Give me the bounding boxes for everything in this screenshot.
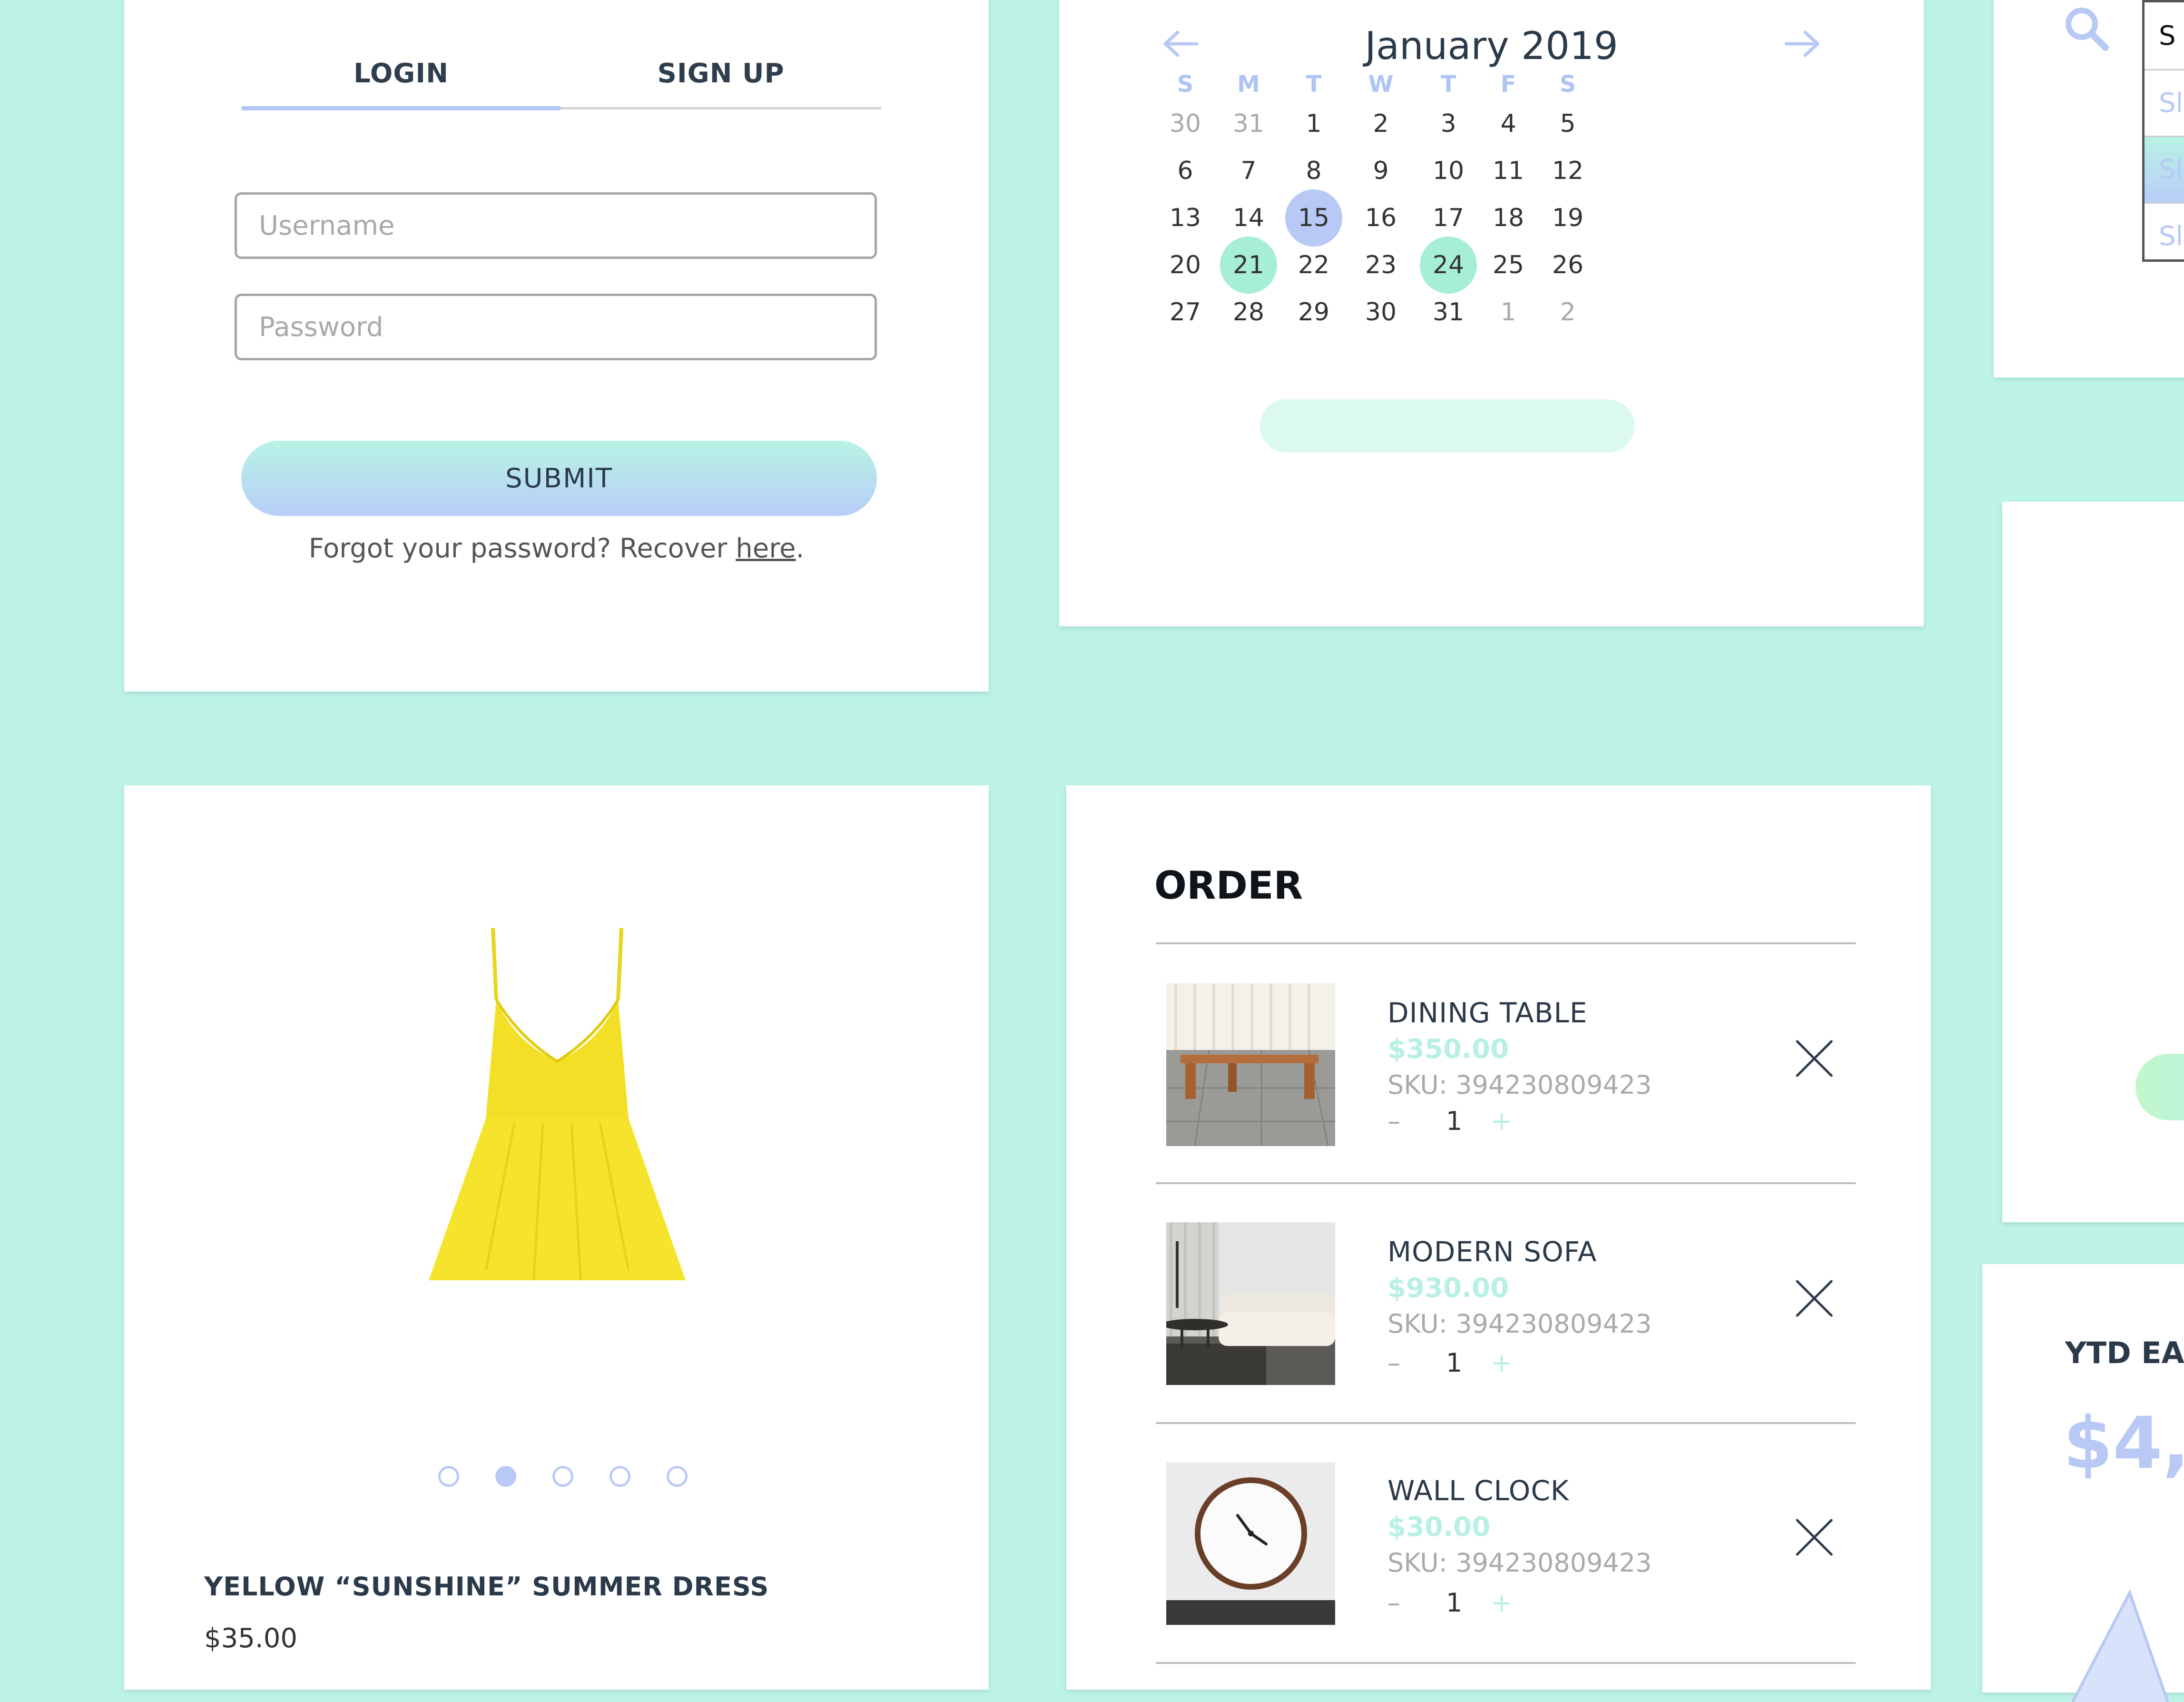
calendar-day[interactable]: 1 xyxy=(1480,284,1537,341)
close-icon[interactable] xyxy=(1793,1516,1835,1558)
item-name: MODERN SOFA xyxy=(1387,1236,1597,1268)
item-name: DINING TABLE xyxy=(1387,997,1588,1029)
carousel-dot[interactable] xyxy=(438,1466,459,1487)
tab-login[interactable]: LOGIN xyxy=(241,43,561,104)
decrease-quantity-button[interactable]: – xyxy=(1387,1588,1426,1618)
increase-quantity-button[interactable]: + xyxy=(1483,1588,1521,1618)
calendar-card: January 2019 S M T W T F S 30 31 1 2 3 4 5 6 7 8 9 10 11 12 1… xyxy=(1059,0,1924,626)
order-card: ORDER DINING TABLE $350.00 SKU: 39423080… xyxy=(1066,785,1931,1690)
modern-sofa-photo xyxy=(1166,1222,1335,1385)
calendar-day[interactable]: 30 xyxy=(1352,284,1409,341)
forgot-password-period: . xyxy=(796,533,805,564)
product-image-yellow-dress xyxy=(429,928,686,1280)
quantity-value[interactable]: 1 xyxy=(1426,1106,1483,1136)
dining-table-photo xyxy=(1166,983,1335,1146)
order-title: ORDER xyxy=(1154,863,1303,908)
forgot-password-label: Forgot your password? Recover xyxy=(308,533,736,564)
submit-button[interactable]: SUBMIT xyxy=(241,441,877,516)
decrease-quantity-button[interactable]: – xyxy=(1387,1106,1426,1136)
divider xyxy=(1156,1662,1856,1664)
order-item: MODERN SOFA $930.00 SKU: 394230809423 – … xyxy=(1156,1183,1856,1421)
quantity-stepper: – 1 + xyxy=(1387,1106,1521,1136)
dropdown-option-highlighted[interactable]: Sl xyxy=(2145,136,2184,202)
login-card: LOGIN SIGN UP SUBMIT Forgot your passwor… xyxy=(124,0,989,692)
calendar-day[interactable]: 27 xyxy=(1157,284,1214,341)
decrease-quantity-button[interactable]: – xyxy=(1387,1348,1426,1378)
username-field[interactable] xyxy=(235,192,877,259)
carousel-indicator xyxy=(438,1464,688,1493)
partial-card xyxy=(2002,502,2184,1222)
item-sku: SKU: 394230809423 xyxy=(1387,1548,1652,1578)
item-sku: SKU: 394230809423 xyxy=(1387,1070,1652,1100)
quantity-stepper: – 1 + xyxy=(1387,1348,1521,1378)
product-price: $35.00 xyxy=(204,1623,297,1654)
dropdown-option[interactable]: Sl xyxy=(2145,69,2184,136)
login-tabs: LOGIN SIGN UP xyxy=(241,43,881,110)
ytd-earnings-card: YTD EA $4,3 xyxy=(1982,1264,2184,1702)
quantity-stepper: – 1 + xyxy=(1387,1588,1521,1618)
item-price: $930.00 xyxy=(1387,1273,1509,1304)
close-icon[interactable] xyxy=(1793,1277,1835,1319)
ytd-label: YTD EA xyxy=(2065,1336,2184,1370)
date-range-highlight xyxy=(1260,399,1634,453)
item-price: $30.00 xyxy=(1387,1512,1491,1543)
product-card: YELLOW “SUNSHINE” SUMMER DRESS $35.00 xyxy=(124,785,989,1690)
carousel-dot-active[interactable] xyxy=(495,1466,516,1487)
product-name: YELLOW “SUNSHINE” SUMMER DRESS xyxy=(204,1572,769,1602)
active-tab-indicator xyxy=(241,106,561,110)
increase-quantity-button[interactable]: + xyxy=(1483,1106,1521,1136)
item-name: WALL CLOCK xyxy=(1387,1474,1569,1507)
order-item: DINING TABLE $350.00 SKU: 394230809423 –… xyxy=(1156,944,1856,1182)
calendar-day[interactable]: 29 xyxy=(1285,284,1342,341)
partial-button[interactable] xyxy=(2135,1054,2184,1120)
ytd-chart-peak xyxy=(2071,1589,2169,1702)
carousel-dot[interactable] xyxy=(552,1466,573,1487)
tab-sign-up[interactable]: SIGN UP xyxy=(561,43,881,104)
password-field[interactable] xyxy=(235,294,877,360)
dropdown-option[interactable]: Sl xyxy=(2145,202,2184,269)
forgot-password-text: Forgot your password? Recover here. xyxy=(124,533,989,564)
quantity-value[interactable]: 1 xyxy=(1426,1588,1483,1618)
calendar-day[interactable]: 28 xyxy=(1220,284,1277,341)
item-sku: SKU: 394230809423 xyxy=(1387,1309,1652,1339)
ytd-value: $4,3 xyxy=(2063,1402,2184,1485)
quantity-value[interactable]: 1 xyxy=(1426,1348,1483,1378)
arrow-right-icon[interactable] xyxy=(1783,30,1821,58)
item-price: $350.00 xyxy=(1387,1034,1509,1065)
carousel-dot[interactable] xyxy=(667,1466,688,1487)
calendar-day[interactable]: 2 xyxy=(1539,284,1596,341)
dropdown-list: S Sl Sl Sl xyxy=(2142,0,2184,262)
recover-password-link[interactable]: here xyxy=(736,533,796,564)
search-dropdown-card: S Sl Sl Sl xyxy=(1994,0,2184,377)
carousel-dot[interactable] xyxy=(610,1466,630,1487)
calendar-day[interactable]: 31 xyxy=(1420,284,1477,341)
dropdown-input[interactable]: S xyxy=(2145,2,2184,69)
order-item: WALL CLOCK $30.00 SKU: 394230809423 – 1 … xyxy=(1156,1423,1856,1661)
search-icon[interactable] xyxy=(2063,5,2110,52)
close-icon[interactable] xyxy=(1793,1038,1835,1079)
wall-clock-photo xyxy=(1166,1462,1335,1625)
increase-quantity-button[interactable]: + xyxy=(1483,1348,1521,1378)
